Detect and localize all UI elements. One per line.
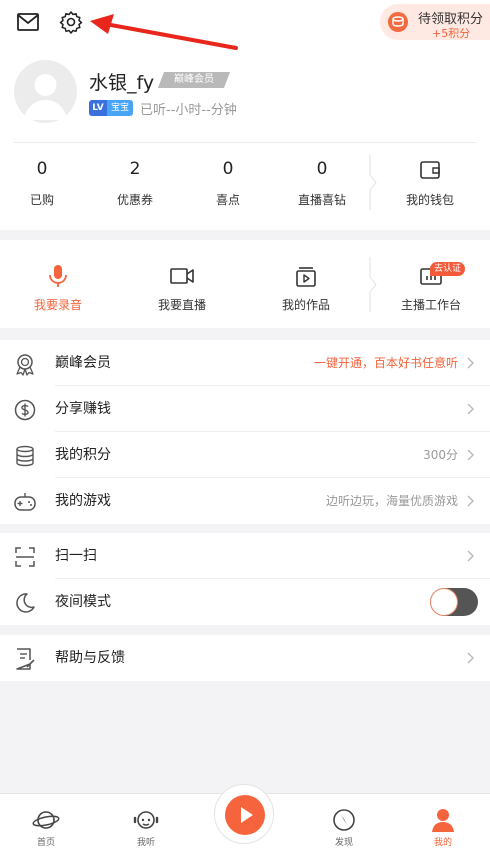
go-live-button[interactable]: 我要直播 (137, 264, 227, 313)
avatar[interactable] (14, 60, 77, 123)
menu-item-night-mode: 夜间模式 (0, 579, 490, 625)
player-button[interactable] (214, 784, 274, 844)
divider (14, 142, 476, 143)
username[interactable]: 水银_fy (89, 68, 154, 95)
stat-value: 0 (36, 159, 48, 179)
menu-group-help: 帮助与反馈 (0, 635, 490, 681)
works-icon (296, 267, 316, 287)
action-label: 主播工作台 (400, 298, 461, 312)
stat-xidian[interactable]: 0 喜点 (188, 155, 268, 208)
wallet-icon (420, 161, 440, 179)
menu-label: 分享赚钱 (55, 401, 111, 417)
headphones-icon (133, 811, 159, 829)
wallet-label: 我的钱包 (405, 193, 454, 207)
compass-icon (333, 809, 355, 831)
menu-label: 我的积分 (55, 447, 111, 463)
tab-label: 发现 (334, 838, 353, 848)
stat-label: 已购 (29, 193, 54, 207)
menu-item-my-games[interactable]: 我的游戏 边听边玩，海量优质游戏 (0, 478, 490, 524)
toggle-knob (431, 589, 457, 615)
stat-value: 0 (222, 159, 234, 179)
stat-label: 直播喜钻 (297, 193, 346, 207)
tab-label: 首页 (36, 838, 55, 848)
level-badge-lv: LV (89, 100, 107, 116)
menu-item-share-earn[interactable]: 分享赚钱 (0, 386, 490, 432)
menu-group-services: 巅峰会员 一键开通，百本好书任意听 分享赚钱 我的积分 300分 我的游戏 边听… (0, 340, 490, 524)
pending-points-amount: +5积分 (432, 27, 471, 40)
action-label: 我要录音 (33, 298, 82, 312)
tab-label: 我的 (433, 838, 452, 848)
my-works-button[interactable]: 我的作品 (261, 264, 351, 313)
chevron-right-icon (467, 449, 474, 461)
top-bar: 待领取积分 +5积分 (0, 0, 490, 50)
creator-actions: 我要录音 我要直播 我的作品 主播工作台 去认证 (0, 240, 490, 328)
gear-icon[interactable] (59, 10, 83, 34)
action-label: 我的作品 (281, 298, 330, 312)
menu-label: 扫一扫 (55, 548, 97, 564)
chevron-right-icon (467, 357, 474, 369)
level-badge-name: 宝宝 (107, 100, 133, 116)
planet-icon (32, 811, 60, 829)
chevron-right-icon (467, 495, 474, 507)
menu-label: 巅峰会员 (55, 355, 111, 371)
menu-group-tools: 扫一扫 夜间模式 (0, 533, 490, 625)
menu-hint: 300分 (423, 448, 458, 462)
menu-item-my-points[interactable]: 我的积分 300分 (0, 432, 490, 478)
menu-hint: 边听边玩，海量优质游戏 (325, 494, 458, 508)
dollar-icon (14, 399, 36, 421)
menu-item-scan[interactable]: 扫一扫 (0, 533, 490, 579)
menu-label: 夜间模式 (55, 594, 111, 610)
stat-label: 喜点 (215, 193, 240, 207)
tab-home[interactable]: 首页 (16, 808, 76, 848)
level-badge[interactable]: LV 宝宝 (89, 100, 133, 116)
profile-card: 水银_fy 巅峰会员 LV 宝宝 已听--小时--分钟 0 已购 2 优惠券 0… (0, 50, 490, 230)
gamepad-icon (14, 493, 36, 511)
divider (369, 257, 377, 312)
coin-icon (388, 12, 408, 32)
microphone-icon (49, 265, 67, 287)
menu-label: 我的游戏 (55, 493, 111, 509)
pending-points-button[interactable]: 待领取积分 +5积分 (380, 4, 490, 40)
scan-icon (15, 547, 35, 567)
menu-item-vip[interactable]: 巅峰会员 一键开通，百本好书任意听 (0, 340, 490, 386)
tab-listen[interactable]: 我听 (116, 808, 176, 848)
listen-time: 已听--小时--分钟 (140, 103, 237, 118)
vip-tag[interactable]: 巅峰会员 (158, 72, 230, 88)
record-audio-button[interactable]: 我要录音 (13, 264, 103, 313)
tab-mine[interactable]: 我的 (413, 808, 473, 848)
tab-label: 我听 (136, 838, 155, 848)
verify-badge[interactable]: 去认证 (430, 262, 466, 276)
stat-value: 2 (129, 159, 141, 179)
menu-item-help-feedback[interactable]: 帮助与反馈 (0, 635, 490, 681)
stat-purchased[interactable]: 0 已购 (2, 155, 82, 208)
video-camera-icon (170, 268, 194, 284)
stat-value: 0 (316, 159, 328, 179)
mail-icon[interactable] (16, 11, 40, 33)
my-wallet[interactable]: 我的钱包 (395, 155, 465, 208)
moon-icon (16, 593, 35, 613)
vip-tag-label: 巅峰会员 (174, 74, 214, 85)
chevron-right-icon (467, 403, 474, 415)
divider (369, 155, 377, 210)
stat-label: 优惠券 (116, 193, 153, 207)
annotation-arrow (88, 14, 238, 50)
tab-discover[interactable]: 发现 (314, 808, 374, 848)
help-doc-icon (16, 648, 35, 670)
night-mode-toggle[interactable] (430, 588, 478, 616)
coins-stack-icon (16, 445, 34, 467)
chevron-right-icon (467, 652, 474, 664)
stat-live-diamonds[interactable]: 0 直播喜钻 (282, 155, 362, 208)
menu-label: 帮助与反馈 (55, 650, 125, 666)
play-icon (225, 795, 265, 835)
menu-hint: 一键开通，百本好书任意听 (313, 356, 458, 370)
stats-row: 0 已购 2 优惠券 0 喜点 0 直播喜钻 我的钱包 (0, 155, 490, 215)
bottom-nav: 首页 我听 发现 我的 (0, 784, 490, 849)
person-icon (432, 809, 454, 832)
action-label: 我要直播 (157, 298, 206, 312)
stat-coupons[interactable]: 2 优惠券 (95, 155, 175, 208)
vip-badge-icon (16, 354, 34, 376)
chevron-right-icon (467, 550, 474, 562)
